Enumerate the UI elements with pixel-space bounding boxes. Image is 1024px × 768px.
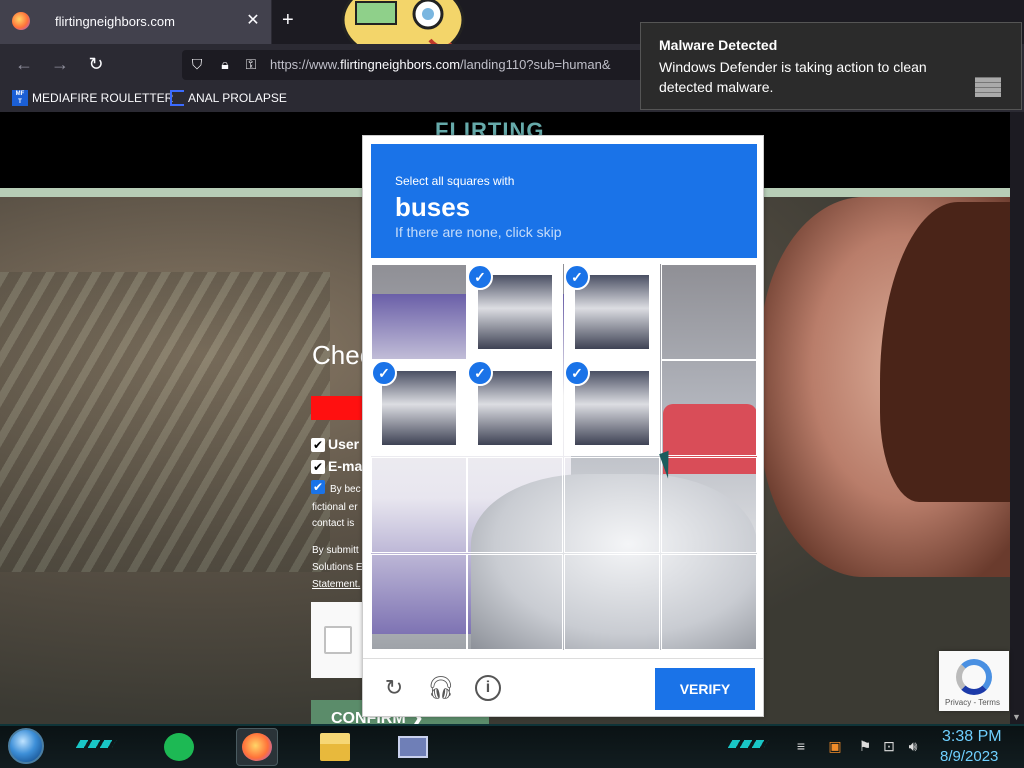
check-icon: ✓: [467, 264, 493, 290]
recaptcha-logo-icon: [956, 659, 992, 695]
reload-icon[interactable]: ↻: [381, 675, 407, 701]
grid-tile-11[interactable]: [564, 457, 660, 553]
close-icon[interactable]: ✕: [245, 10, 261, 30]
check-icon: ✓: [564, 264, 590, 290]
clock-date[interactable]: 8/9/2023: [940, 748, 998, 765]
user-checkbox-label: User: [328, 436, 360, 452]
grid-tile-8[interactable]: [661, 360, 757, 456]
info-icon[interactable]: i: [475, 675, 501, 701]
taskbar-decoration: [727, 740, 769, 748]
challenge-header: Select all squares with buses If there a…: [371, 144, 757, 258]
clock-time[interactable]: 3:38 PM: [942, 728, 1002, 746]
tray-overflow-icon[interactable]: ≡: [792, 738, 810, 754]
browser-tab[interactable]: flirtingneighbors.com ✕: [0, 0, 272, 44]
audio-icon[interactable]: 🎧︎: [427, 675, 455, 701]
challenge-instruction: Select all squares with: [395, 174, 515, 188]
spotify-icon[interactable]: [164, 733, 194, 761]
check-icon: ✓: [564, 360, 590, 386]
mediafire-icon: MF T: [12, 90, 28, 106]
bookmark-anal-prolapse[interactable]: ANAL PROLAPSE: [188, 91, 287, 105]
back-button[interactable]: ←: [14, 54, 34, 75]
recaptcha-badge-text[interactable]: Privacy - Terms: [945, 698, 1000, 707]
recaptcha-checkbox[interactable]: [324, 626, 352, 654]
check-icon: ✓: [467, 360, 493, 386]
new-tab-button[interactable]: +: [282, 9, 294, 32]
lock-icon[interactable]: 🔒︎: [216, 56, 234, 74]
tab-title: flirtingneighbors.com: [55, 14, 175, 29]
reload-button[interactable]: ↻: [86, 54, 106, 75]
scroll-down-icon[interactable]: ▼: [1012, 712, 1021, 722]
grid-tile-14[interactable]: [467, 554, 563, 650]
challenge-skip-hint: If there are none, click skip: [395, 224, 562, 240]
grid-tile-3[interactable]: ✓: [564, 264, 660, 360]
flag-icon[interactable]: ⚑: [856, 738, 874, 755]
firefox-icon: [12, 12, 30, 30]
grid-tile-10[interactable]: [467, 457, 563, 553]
submit-text-line: Solutions E: [312, 562, 363, 573]
check-icon: ✓: [371, 360, 397, 386]
submit-text-line: By submitt: [312, 545, 359, 556]
grid-tile-5[interactable]: ✓: [371, 360, 467, 456]
grid-tile-2[interactable]: ✓: [467, 264, 563, 360]
notification-body: Windows Defender is taking action to cle…: [659, 59, 927, 95]
grid-tile-1[interactable]: [371, 264, 467, 360]
scrollbar[interactable]: ▼: [1010, 112, 1024, 724]
email-checkbox-label: E-ma: [328, 458, 363, 474]
grid-tile-13[interactable]: [371, 554, 467, 650]
consent-checkbox[interactable]: ✔: [311, 480, 325, 494]
consent-text: By bec: [330, 484, 361, 495]
notification-title: Malware Detected: [659, 37, 778, 53]
app-icon[interactable]: [398, 736, 428, 758]
bookmark-mediafire-rouletter[interactable]: MEDIAFIRE ROULETTER: [32, 91, 173, 105]
recaptcha-challenge: Select all squares with buses If there a…: [362, 135, 764, 717]
file-explorer-icon[interactable]: [320, 733, 350, 761]
screen: flirtingneighbors.com ✕ + ← → ↻ ⛉ 🔒︎ ⚿ h…: [0, 0, 1024, 768]
url-text[interactable]: https://www.flirtingneighbors.com/landin…: [270, 57, 611, 72]
grid-tile-6[interactable]: ✓: [467, 360, 563, 456]
firewall-icon: [975, 77, 1001, 97]
challenge-footer: ↻ 🎧︎ i VERIFY: [363, 658, 763, 716]
grid-tile-16[interactable]: [661, 554, 757, 650]
hero-water-texture: [0, 272, 330, 572]
forward-button[interactable]: →: [50, 54, 70, 75]
grid-tile-15[interactable]: [564, 554, 660, 650]
start-button[interactable]: [8, 728, 44, 764]
email-checkbox[interactable]: ✔: [311, 460, 325, 474]
bookmark-icon: [170, 90, 184, 106]
tray-app-icon[interactable]: ▣: [826, 738, 844, 755]
verify-button[interactable]: VERIFY: [655, 668, 755, 710]
grid-tile-9[interactable]: [371, 457, 467, 553]
image-grid: ✓ ✓ ✓ ✓ ✓: [371, 264, 757, 650]
grid-tile-4[interactable]: [661, 264, 757, 360]
consent-text-line: contact is: [312, 518, 355, 529]
volume-icon[interactable]: 🔊︎: [904, 738, 922, 755]
taskbar-decoration: [75, 740, 117, 748]
malware-notification[interactable]: Malware Detected Windows Defender is tak…: [640, 22, 1022, 110]
recaptcha-badge[interactable]: Privacy - Terms: [939, 651, 1009, 711]
consent-text-line: fictional er: [312, 502, 358, 513]
challenge-target: buses: [395, 192, 471, 222]
firefox-icon[interactable]: [242, 733, 272, 761]
network-icon[interactable]: ⊡: [880, 738, 898, 755]
shield-icon[interactable]: ⛉: [188, 56, 206, 74]
grid-tile-7[interactable]: ✓: [564, 360, 660, 456]
url-bar[interactable]: ⛉ 🔒︎ ⚿ https://www.flirtingneighbors.com…: [182, 50, 652, 80]
statement-link[interactable]: Statement.: [312, 579, 360, 590]
key-icon[interactable]: ⚿: [242, 56, 260, 74]
user-checkbox[interactable]: ✔: [311, 438, 325, 452]
